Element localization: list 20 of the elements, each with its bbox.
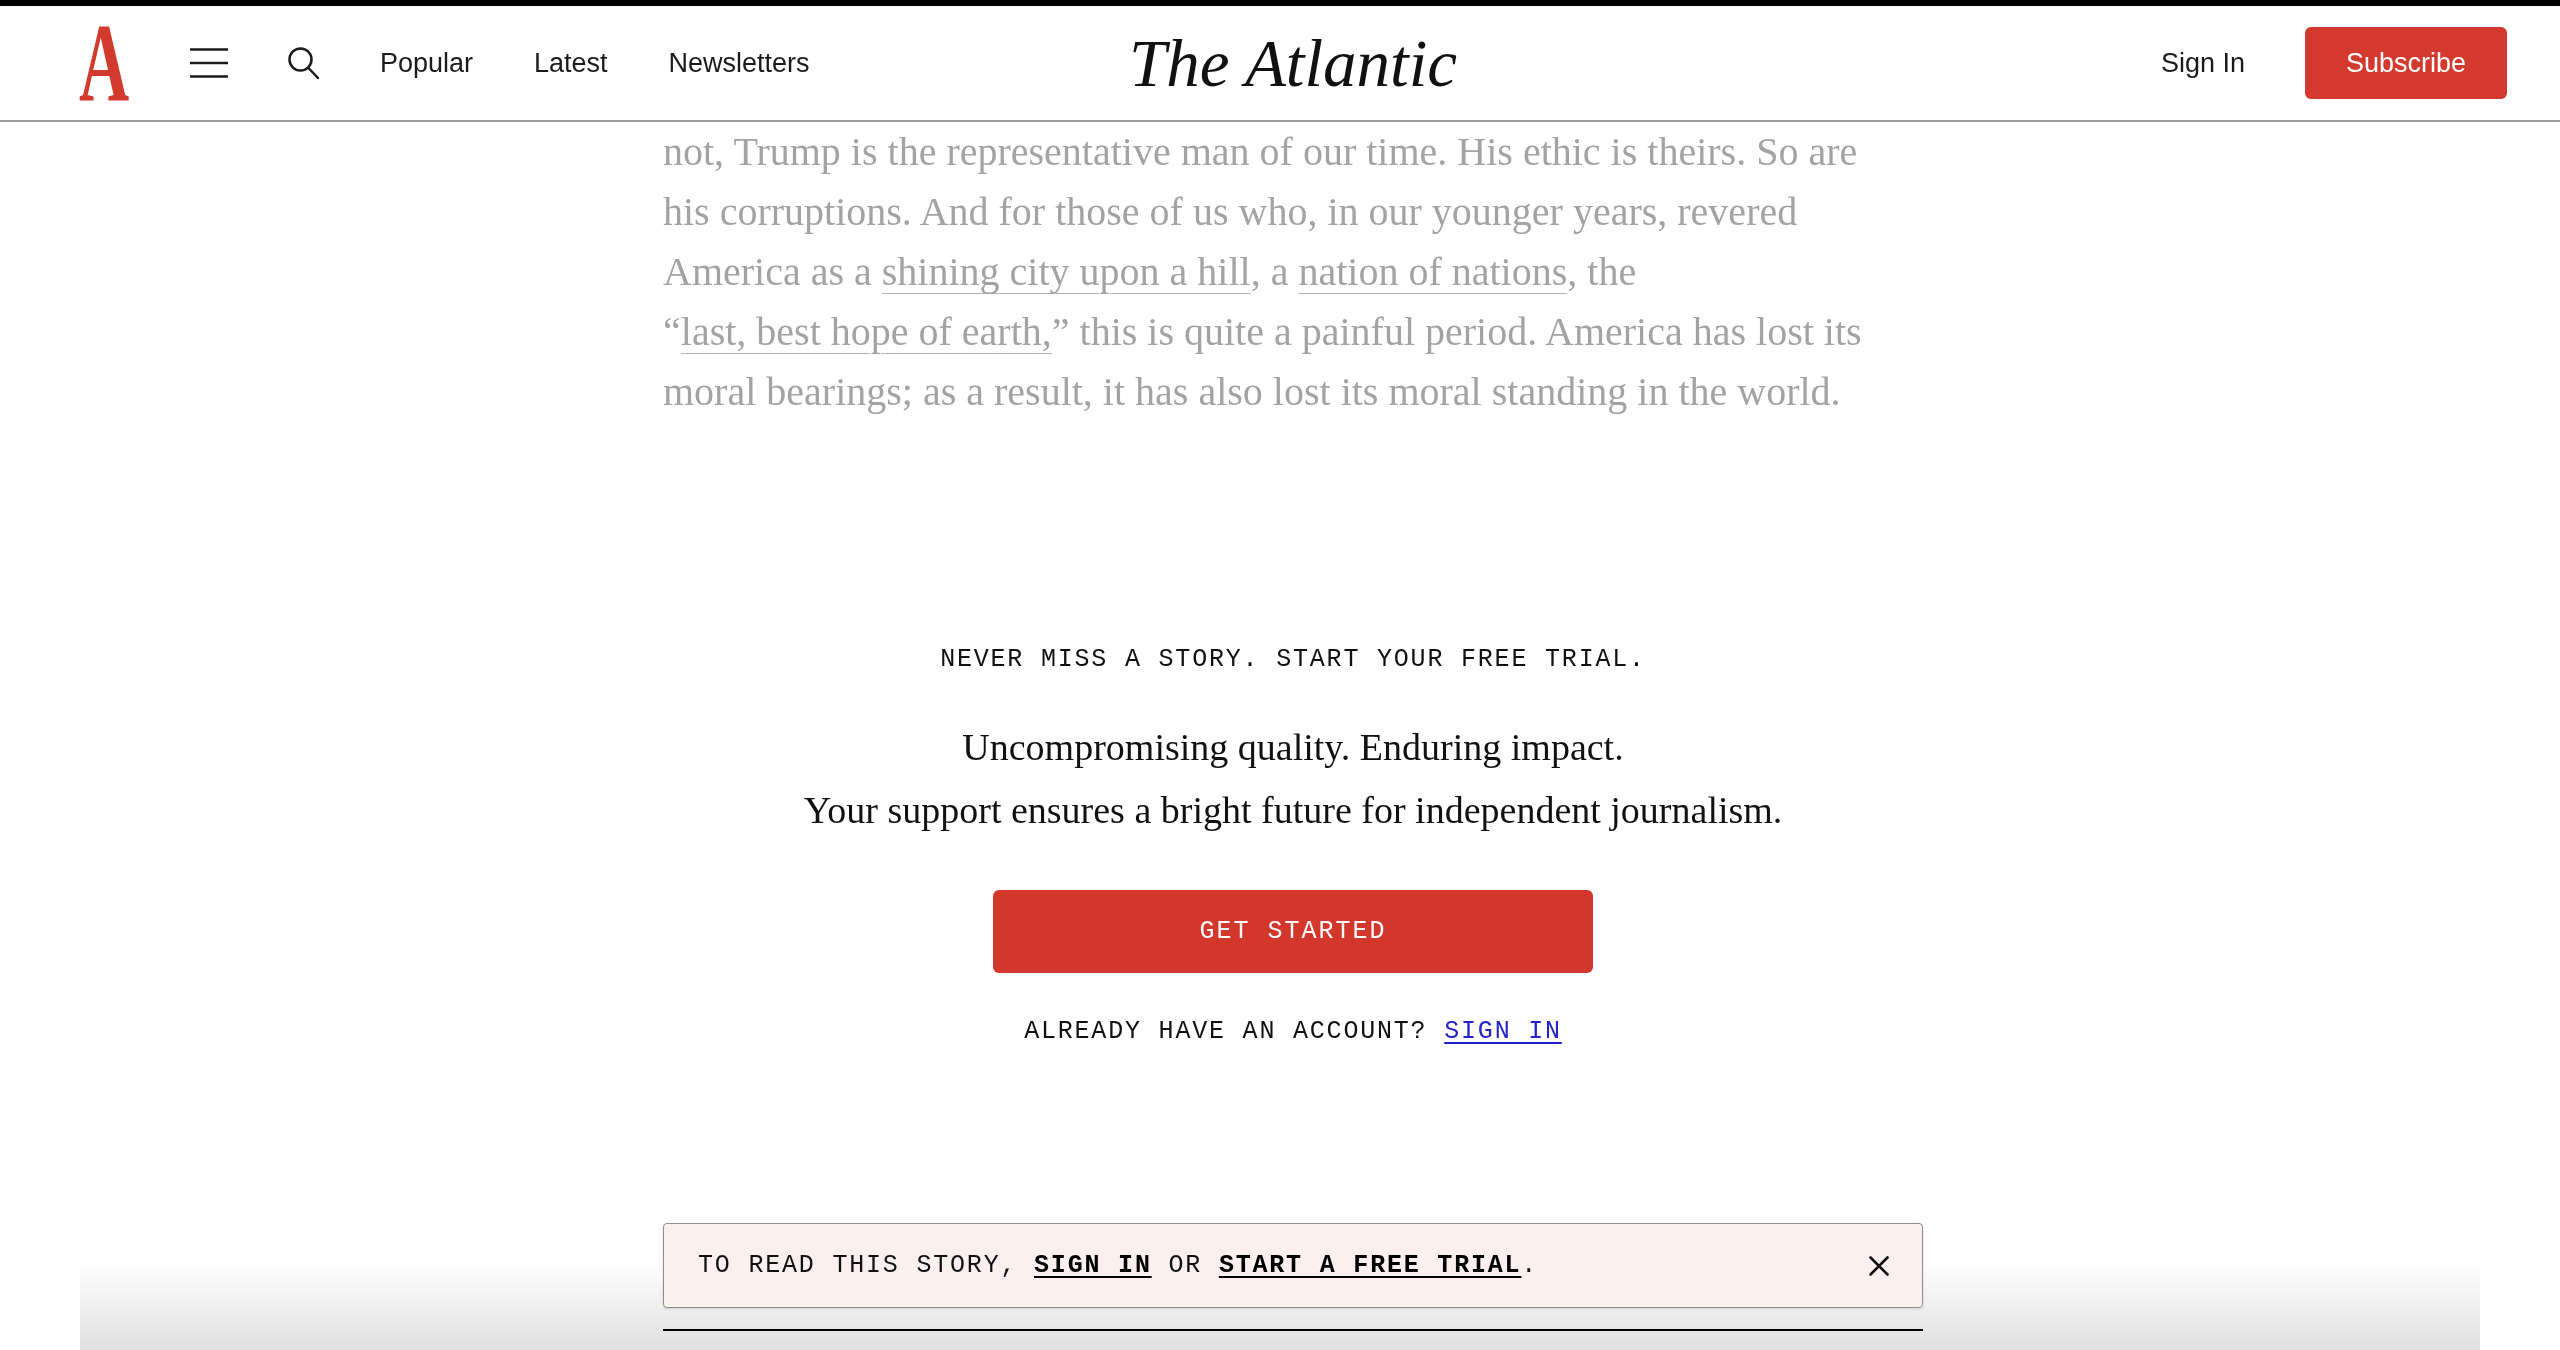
subscribe-button[interactable]: Subscribe bbox=[2305, 27, 2507, 99]
menu-icon[interactable] bbox=[189, 48, 228, 78]
article-paragraph: not, Trump is the representative man of our time. His ethic is theirs. So are his corruptions. And for those of us who, in our younger years, revered America as a shining city upon a hill, a nation of nations, the “last, best hope of earth,” this is quite a painful period. America has lost its moral bearings; as a result, it has also lost its moral standing in the world. bbox=[663, 128, 1863, 416]
close-icon[interactable] bbox=[1869, 1255, 1889, 1276]
banner-message: TO READ THIS STORY, SIGN IN OR START A FREE TRIAL. bbox=[698, 1249, 1539, 1282]
banner-link[interactable]: SIGN IN bbox=[1034, 1250, 1152, 1280]
get-started-button[interactable]: GET STARTED bbox=[993, 890, 1593, 973]
sign-in-link[interactable]: Sign In bbox=[2160, 42, 2245, 84]
site-wordmark[interactable]: The Atlantic bbox=[1128, 29, 1458, 97]
sign-in-link[interactable]: SIGN IN bbox=[1444, 1017, 1562, 1046]
nav-link[interactable]: Popular bbox=[379, 42, 473, 84]
nav-link[interactable]: Latest bbox=[533, 42, 608, 84]
trial-eyebrow: NEVER MISS A STORY. START YOUR FREE TRIAL. bbox=[940, 644, 1646, 676]
site-logo[interactable]: A bbox=[79, 21, 130, 105]
nav-link[interactable]: Newsletters bbox=[668, 42, 810, 84]
tagline: Your support ensures a bright future for independent journalism. bbox=[803, 788, 1783, 833]
search-icon[interactable] bbox=[287, 47, 319, 79]
tagline: Uncompromising quality. Enduring impact. bbox=[962, 725, 1624, 770]
banner-link[interactable]: START A FREE TRIAL bbox=[1218, 1250, 1522, 1280]
account-prompt: ALREADY HAVE AN ACCOUNT? SIGN IN bbox=[1024, 1016, 1562, 1048]
